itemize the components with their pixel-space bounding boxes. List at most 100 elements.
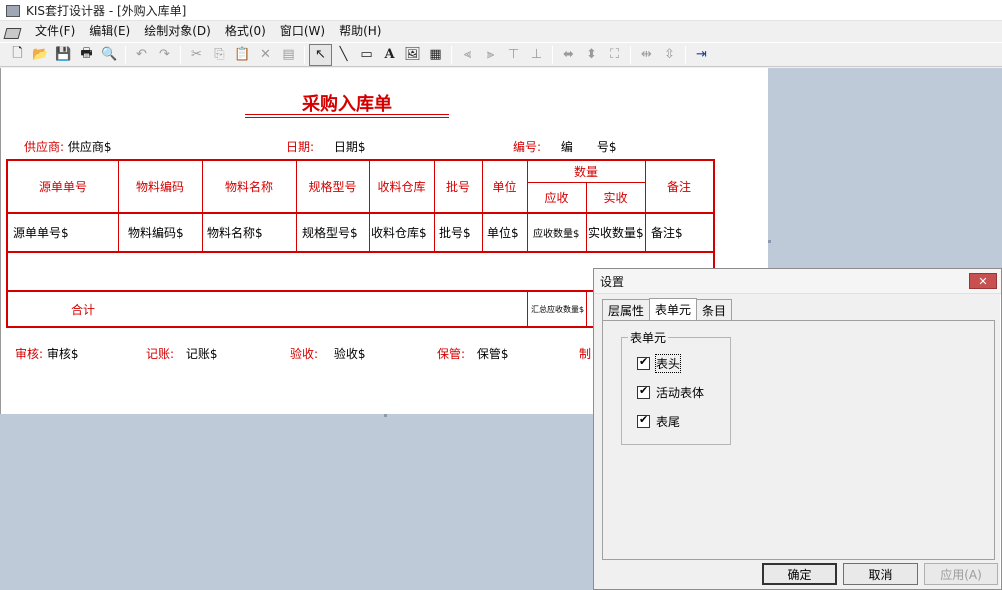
menu-format[interactable]: 格式(0) — [218, 21, 273, 42]
toolbar-separator — [630, 45, 631, 64]
checkbox-header-box[interactable] — [637, 355, 650, 370]
print-icon[interactable]: 🖶 — [75, 44, 98, 66]
undo-icon[interactable]: ↶ — [130, 44, 153, 66]
keeper-label: 保管: — [437, 347, 466, 361]
check-field[interactable]: 验收: 验收$ — [290, 345, 366, 362]
checkbox-header-label[interactable]: 表头 — [654, 354, 682, 373]
maker-field[interactable]: 制 — [579, 345, 591, 362]
same-width-icon[interactable]: ⬌ — [557, 44, 580, 66]
checkbox-footer-label[interactable]: 表尾 — [656, 413, 680, 430]
grid-line — [527, 290, 528, 326]
rectangle-icon[interactable]: ▭ — [355, 44, 378, 66]
menu-help[interactable]: 帮助(H) — [332, 21, 388, 42]
checkbox-header[interactable]: 表头 — [637, 354, 682, 373]
apply-button[interactable]: 应用(A) — [924, 563, 998, 585]
close-icon[interactable]: ✕ — [969, 273, 997, 289]
cell-batch[interactable]: 批号$ — [439, 214, 482, 251]
v-space-icon[interactable]: ⇳ — [658, 44, 681, 66]
checkbox-active-body-box[interactable] — [637, 384, 650, 399]
cell-qty-due[interactable]: 应收数量$ — [533, 214, 586, 251]
check-value: 验收$ — [333, 347, 366, 361]
menu-window[interactable]: 窗口(W) — [273, 21, 332, 42]
exit-icon[interactable]: ⇥ — [690, 44, 713, 66]
app-icon — [4, 2, 20, 18]
copy-icon[interactable]: ⎘ — [208, 44, 231, 66]
resize-handle[interactable] — [768, 240, 771, 243]
paste-icon[interactable]: 📋 — [231, 44, 254, 66]
menu-edit[interactable]: 编辑(E) — [82, 21, 137, 42]
checkbox-footer-box[interactable] — [637, 413, 650, 428]
cell-source-no[interactable]: 源单单号$ — [13, 214, 118, 251]
document-title[interactable]: 采购入库单 — [245, 90, 449, 116]
open-icon[interactable]: 📂 — [29, 44, 52, 66]
supplier-field[interactable]: 供应商: 供应商$ — [24, 138, 112, 155]
header-batch[interactable]: 批号 — [434, 161, 482, 212]
redo-icon[interactable]: ↷ — [153, 44, 176, 66]
header-remark[interactable]: 备注 — [645, 161, 713, 212]
select-arrow-icon[interactable]: ↖ — [309, 43, 332, 66]
dialog-title-bar[interactable]: 设置 — [594, 269, 1001, 294]
header-quantity[interactable]: 数量 — [527, 161, 645, 182]
cut-icon[interactable]: ✂ — [185, 44, 208, 66]
header-source-no[interactable]: 源单单号 — [8, 161, 118, 212]
align-top-icon[interactable]: ⊤ — [502, 44, 525, 66]
tab-table-cells[interactable]: 表单元 — [649, 298, 698, 320]
checkbox-active-body-label[interactable]: 活动表体 — [656, 384, 704, 401]
cell-qty-actual[interactable]: 实收数量$ — [588, 214, 645, 251]
clear-icon[interactable]: ▤ — [277, 44, 300, 66]
same-height-icon[interactable]: ⬍ — [580, 44, 603, 66]
header-unit[interactable]: 单位 — [482, 161, 527, 212]
cancel-button[interactable]: 取消 — [843, 563, 918, 585]
supplier-label: 供应商: — [24, 140, 65, 154]
align-right-icon[interactable]: ⫸ — [479, 44, 502, 66]
cell-item-name[interactable]: 物料名称$ — [207, 214, 296, 251]
cell-remark[interactable]: 备注$ — [651, 214, 713, 251]
tab-panel: 表单元 表头 活动表体 表尾 — [602, 320, 995, 560]
h-space-icon[interactable]: ⇹ — [635, 44, 658, 66]
menu-draw-object[interactable]: 绘制对象(D) — [137, 21, 218, 42]
header-warehouse[interactable]: 收料仓库 — [369, 161, 434, 212]
keeper-field[interactable]: 保管: 保管$ — [437, 345, 509, 362]
tab-layer-properties[interactable]: 层属性 — [602, 299, 651, 320]
checkbox-active-body[interactable]: 活动表体 — [637, 384, 704, 401]
image-icon[interactable]: 🖼 — [401, 44, 424, 66]
toolbar-separator — [304, 45, 305, 64]
cell-item-code[interactable]: 物料编码$ — [128, 214, 202, 251]
same-size-icon[interactable]: ⛶ — [603, 44, 626, 66]
cell-unit[interactable]: 单位$ — [487, 214, 527, 251]
save-icon[interactable]: 💾 — [52, 44, 75, 66]
header-spec[interactable]: 规格型号 — [296, 161, 369, 212]
date-label: 日期: — [286, 140, 315, 154]
tab-items[interactable]: 条目 — [696, 299, 733, 320]
header-item-name[interactable]: 物料名称 — [202, 161, 296, 212]
align-bottom-icon[interactable]: ⊥ — [525, 44, 548, 66]
line-icon[interactable]: ╲ — [332, 44, 355, 66]
number-field[interactable]: 编号: 编 号$ — [513, 138, 617, 155]
document-menu-icon[interactable] — [4, 24, 20, 40]
header-qty-actual[interactable]: 实收 — [586, 183, 645, 212]
print-preview-icon[interactable]: 🔍 — [98, 44, 121, 66]
cell-spec[interactable]: 规格型号$ — [302, 214, 369, 251]
ok-button[interactable]: 确定 — [762, 563, 837, 585]
resize-handle[interactable] — [384, 414, 387, 417]
delete-icon[interactable]: ✕ — [254, 44, 277, 66]
text-icon[interactable]: A — [378, 44, 401, 66]
cell-warehouse[interactable]: 收料仓库$ — [371, 214, 434, 251]
barcode-icon[interactable]: ▦ — [424, 44, 447, 66]
header-item-code[interactable]: 物料编码 — [118, 161, 202, 212]
total-label[interactable]: 合计 — [8, 292, 158, 326]
toolbar: 🗋 📂 💾 🖶 🔍 ↶ ↷ ✂ ⎘ 📋 ✕ ▤ ↖ ╲ ▭ A 🖼 ▦ ⫷ ⫸ … — [0, 42, 1002, 67]
audit-value: 审核$ — [46, 347, 79, 361]
toolbar-separator — [451, 45, 452, 64]
post-field[interactable]: 记账: 记账$ — [146, 345, 218, 362]
date-field[interactable]: 日期: 日期$ — [286, 138, 366, 155]
checkbox-footer[interactable]: 表尾 — [637, 413, 680, 430]
new-icon[interactable]: 🗋 — [6, 44, 29, 66]
total-qty-due[interactable]: 汇总应收数量$ — [531, 292, 586, 326]
menu-file[interactable]: 文件(F) — [28, 21, 82, 42]
audit-field[interactable]: 审核: 审核$ — [15, 345, 79, 362]
audit-label: 审核: — [15, 347, 44, 361]
header-qty-due[interactable]: 应收 — [527, 183, 586, 212]
dialog-tabs: 层属性 表单元 条目 — [602, 298, 733, 320]
align-left-icon[interactable]: ⫷ — [456, 44, 479, 66]
